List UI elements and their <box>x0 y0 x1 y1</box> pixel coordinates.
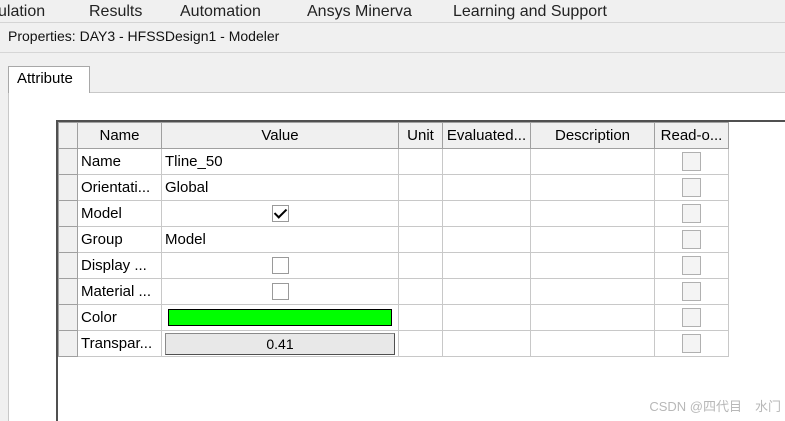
description-cell[interactable] <box>530 174 655 201</box>
material-appearance-checkbox[interactable] <box>271 283 289 301</box>
description-cell[interactable] <box>530 226 655 253</box>
property-name: Orientati... <box>77 174 162 201</box>
property-name: Display ... <box>77 252 162 279</box>
properties-window: ulation Results Automation Ansys Minerva… <box>0 0 785 421</box>
row-selector[interactable] <box>58 174 78 201</box>
watermark: CSDN @四代目 水门 <box>649 399 781 414</box>
readonly-cell <box>654 200 729 227</box>
table-row[interactable]: Color <box>58 304 729 331</box>
property-value-cell: 0.41 <box>161 330 399 357</box>
title-divider <box>0 52 785 53</box>
row-selector[interactable] <box>58 252 78 279</box>
description-cell[interactable] <box>530 278 655 305</box>
description-cell[interactable] <box>530 252 655 279</box>
row-selector-header <box>58 122 78 149</box>
column-header-evaluated[interactable]: Evaluated... <box>442 122 531 149</box>
description-cell[interactable] <box>530 304 655 331</box>
evaluated-cell <box>442 200 531 227</box>
table-row[interactable]: Material ... <box>58 278 729 305</box>
readonly-cell <box>654 252 729 279</box>
evaluated-cell <box>442 174 531 201</box>
unit-cell <box>398 252 443 279</box>
property-value-input[interactable]: Tline_50 <box>161 148 399 175</box>
property-name: Model <box>77 200 162 227</box>
header-row: Name Value Unit Evaluated... Description… <box>58 122 729 149</box>
menu-automation[interactable]: Automation <box>180 3 261 21</box>
row-selector[interactable] <box>58 278 78 305</box>
property-table: Name Value Unit Evaluated... Description… <box>58 122 729 357</box>
column-header-readonly[interactable]: Read-o... <box>654 122 729 149</box>
readonly-cell <box>654 278 729 305</box>
unit-cell <box>398 200 443 227</box>
evaluated-cell <box>442 278 531 305</box>
transparency-button[interactable]: 0.41 <box>165 332 395 355</box>
readonly-cell <box>654 174 729 201</box>
property-name: Material ... <box>77 278 162 305</box>
evaluated-cell <box>442 226 531 253</box>
readonly-checkbox <box>682 152 701 171</box>
table-row[interactable]: Orientati... Global <box>58 174 729 201</box>
unit-cell <box>398 278 443 305</box>
menu-bar: ulation Results Automation Ansys Minerva… <box>0 0 785 23</box>
row-selector[interactable] <box>58 226 78 253</box>
readonly-checkbox <box>682 334 701 353</box>
menu-learning-support[interactable]: Learning and Support <box>453 3 607 21</box>
evaluated-cell <box>442 252 531 279</box>
tab-attribute[interactable]: Attribute <box>8 66 90 93</box>
table-row[interactable]: Display ... <box>58 252 729 279</box>
readonly-checkbox <box>682 204 701 223</box>
property-grid: Name Value Unit Evaluated... Description… <box>56 120 785 421</box>
property-value-cell <box>161 200 399 227</box>
readonly-cell <box>654 330 729 357</box>
description-cell[interactable] <box>530 330 655 357</box>
evaluated-cell <box>442 148 531 175</box>
model-checkbox[interactable] <box>271 205 289 223</box>
readonly-checkbox <box>682 256 701 275</box>
description-cell[interactable] <box>530 148 655 175</box>
row-selector[interactable] <box>58 304 78 331</box>
readonly-checkbox <box>682 282 701 301</box>
property-value-cell <box>161 252 399 279</box>
column-header-value[interactable]: Value <box>161 122 399 149</box>
properties-title: Properties: DAY3 - HFSSDesign1 - Modeler <box>8 28 280 44</box>
readonly-checkbox <box>682 308 701 327</box>
unit-cell <box>398 330 443 357</box>
readonly-cell <box>654 148 729 175</box>
table-row[interactable]: Name Tline_50 <box>58 148 729 175</box>
unit-cell <box>398 148 443 175</box>
row-selector[interactable] <box>58 200 78 227</box>
property-name: Name <box>77 148 162 175</box>
readonly-checkbox <box>682 230 701 249</box>
readonly-cell <box>654 304 729 331</box>
property-name: Group <box>77 226 162 253</box>
unit-cell <box>398 226 443 253</box>
table-row[interactable]: Transpar... 0.41 <box>58 330 729 357</box>
property-value-select[interactable]: Global <box>161 174 399 201</box>
unit-cell <box>398 304 443 331</box>
menu-ansys-minerva[interactable]: Ansys Minerva <box>307 3 412 21</box>
readonly-cell <box>654 226 729 253</box>
row-selector[interactable] <box>58 330 78 357</box>
readonly-checkbox <box>682 178 701 197</box>
property-value-cell <box>161 304 399 331</box>
property-name: Transpar... <box>77 330 162 357</box>
table-row[interactable]: Group Model <box>58 226 729 253</box>
column-header-name[interactable]: Name <box>77 122 162 149</box>
color-swatch[interactable] <box>168 309 392 327</box>
display-wireframe-checkbox[interactable] <box>271 257 289 275</box>
description-cell[interactable] <box>530 200 655 227</box>
menu-simulation[interactable]: ulation <box>0 3 45 21</box>
evaluated-cell <box>442 330 531 357</box>
property-value-select[interactable]: Model <box>161 226 399 253</box>
column-header-description[interactable]: Description <box>530 122 655 149</box>
table-row[interactable]: Model <box>58 200 729 227</box>
property-value-cell <box>161 278 399 305</box>
evaluated-cell <box>442 304 531 331</box>
row-selector[interactable] <box>58 148 78 175</box>
property-name: Color <box>77 304 162 331</box>
column-header-unit[interactable]: Unit <box>398 122 443 149</box>
unit-cell <box>398 174 443 201</box>
menu-results[interactable]: Results <box>89 3 142 21</box>
